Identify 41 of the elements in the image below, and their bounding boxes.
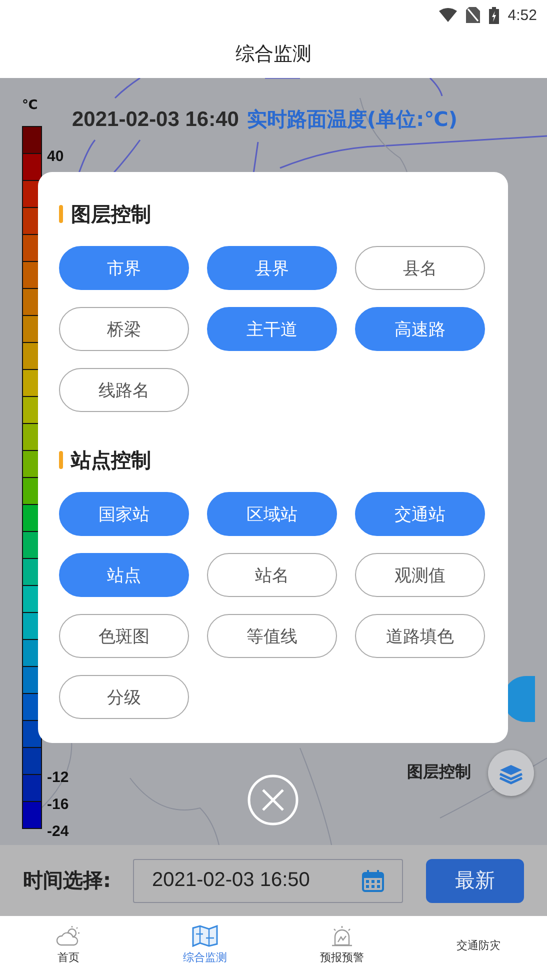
page-title: 综合监测	[236, 42, 312, 67]
legend-label: -24	[47, 823, 69, 840]
option-chip[interactable]: 交通站	[355, 492, 485, 536]
option-chip[interactable]: 国家站	[59, 492, 189, 536]
legend-label: 40	[47, 148, 64, 165]
wifi-icon	[438, 8, 457, 22]
legend-unit: ℃	[22, 98, 38, 113]
latest-button[interactable]: 最新	[426, 858, 524, 902]
map-icon	[192, 925, 218, 947]
section-title: 图层控制	[71, 200, 151, 228]
section-marker	[59, 205, 63, 223]
cloud-sun-icon	[55, 925, 82, 947]
option-chip[interactable]: 主干道	[207, 307, 337, 351]
option-chip[interactable]: 线路名	[59, 368, 189, 412]
option-chip[interactable]: 县名	[355, 246, 485, 290]
no-sim-icon	[466, 7, 480, 23]
section-marker	[59, 451, 63, 469]
option-chip[interactable]: 站名	[207, 553, 337, 597]
calendar-icon	[362, 870, 384, 892]
option-chip[interactable]: 观测值	[355, 553, 485, 597]
map-caption: 实时路面温度(单位:℃)	[246, 106, 458, 133]
legend-label: -12	[47, 769, 69, 786]
map-timestamp: 2021-02-03 16:40	[72, 108, 239, 132]
section-title: 站点控制	[71, 446, 151, 474]
layer-label: 图层控制	[407, 762, 471, 783]
close-button[interactable]	[247, 774, 299, 826]
status-time: 4:52	[508, 6, 537, 24]
option-chip[interactable]: 道路填色	[355, 614, 485, 658]
option-chip[interactable]: 县界	[207, 246, 337, 290]
option-chip[interactable]: 区域站	[207, 492, 337, 536]
option-chip[interactable]: 分级	[59, 675, 189, 719]
time-field[interactable]: 2021-02-03 16:50	[133, 858, 403, 902]
option-chip[interactable]: 站点	[59, 553, 189, 597]
option-chip[interactable]: 桥梁	[59, 307, 189, 351]
option-chip[interactable]: 色斑图	[59, 614, 189, 658]
option-chip[interactable]: 等值线	[207, 614, 337, 658]
option-chip[interactable]: 高速路	[355, 307, 485, 351]
legend-label: -16	[47, 796, 69, 813]
time-label: 时间选择:	[23, 867, 112, 894]
option-chip[interactable]: 市界	[59, 246, 189, 290]
battery-icon	[488, 6, 499, 24]
